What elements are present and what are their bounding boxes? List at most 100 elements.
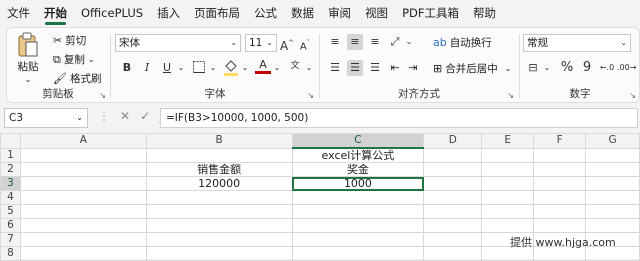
align-center-button[interactable]: ☰ xyxy=(347,60,363,76)
font-name-select[interactable]: 宋体 ⌄ xyxy=(115,34,241,52)
row-header[interactable]: 8 xyxy=(0,246,21,261)
format-painter-button[interactable]: 🖌 格式刷 xyxy=(53,71,101,86)
font-size-select[interactable]: 11 ⌄ xyxy=(245,34,277,52)
cell[interactable] xyxy=(585,204,640,219)
cell[interactable] xyxy=(423,176,483,191)
cell[interactable]: excel计算公式 xyxy=(291,147,425,163)
tab-officeplus[interactable]: OfficePLUS xyxy=(74,0,150,26)
cell[interactable] xyxy=(145,147,293,163)
cell[interactable] xyxy=(585,147,640,163)
tab-pdf-toolbox[interactable]: PDF工具箱 xyxy=(395,0,466,26)
cell[interactable] xyxy=(585,176,640,191)
column-header[interactable]: A xyxy=(19,133,147,149)
tab-insert[interactable]: 插入 xyxy=(150,0,187,26)
cell[interactable] xyxy=(291,190,425,205)
row-header[interactable]: 4 xyxy=(0,190,21,205)
tab-page-layout[interactable]: 页面布局 xyxy=(187,0,247,26)
cell[interactable] xyxy=(145,246,293,261)
chevron-down-icon[interactable]: ⌄ xyxy=(301,60,317,76)
formula-input[interactable]: =IF(B3>10000, 1000, 500) xyxy=(160,108,638,128)
shrink-font-button[interactable]: Aˇ xyxy=(297,35,313,52)
tab-data[interactable]: 数据 xyxy=(284,0,321,26)
alignment-launcher-icon[interactable]: ↘ xyxy=(507,91,514,100)
row-header[interactable]: 7 xyxy=(0,232,21,247)
cell[interactable]: 销售金额 xyxy=(145,162,293,177)
column-header[interactable]: E xyxy=(481,133,535,149)
cell[interactable] xyxy=(481,190,535,205)
merge-center-button[interactable]: ⊞ 合并后居中 ⌄ xyxy=(433,61,511,76)
cell[interactable] xyxy=(423,204,483,219)
row-header[interactable]: 3 xyxy=(0,176,21,191)
comma-style-button[interactable]: 9 xyxy=(579,60,595,76)
chevron-down-icon[interactable]: ⌄ xyxy=(401,34,417,50)
align-left-button[interactable]: ☰ xyxy=(327,60,343,76)
cell[interactable] xyxy=(423,162,483,177)
cell[interactable] xyxy=(533,218,587,233)
cell[interactable] xyxy=(481,147,535,163)
cell[interactable] xyxy=(19,176,147,191)
cell[interactable] xyxy=(19,162,147,177)
cell[interactable] xyxy=(19,147,147,163)
cell[interactable] xyxy=(533,204,587,219)
align-middle-button[interactable]: ≡ xyxy=(347,34,363,50)
tab-formulas[interactable]: 公式 xyxy=(247,0,284,26)
cell[interactable] xyxy=(291,218,425,233)
row-header[interactable]: 1 xyxy=(0,147,21,163)
tab-review[interactable]: 审阅 xyxy=(321,0,358,26)
increase-indent-button[interactable]: ⇥ xyxy=(405,60,421,76)
chevron-down-icon[interactable]: ⌄ xyxy=(237,60,253,76)
cell[interactable] xyxy=(145,190,293,205)
wrap-text-button[interactable]: ab 自动换行 xyxy=(433,35,492,50)
number-format-select[interactable]: 常规 ⌄ xyxy=(523,34,631,52)
cell[interactable] xyxy=(145,218,293,233)
column-header[interactable]: D xyxy=(423,133,483,149)
tab-help[interactable]: 帮助 xyxy=(466,0,503,26)
select-all-button[interactable] xyxy=(0,133,21,149)
cell[interactable]: 奖金 xyxy=(291,162,425,177)
cell[interactable] xyxy=(481,162,535,177)
row-header[interactable]: 5 xyxy=(0,204,21,219)
cell[interactable] xyxy=(19,218,147,233)
bold-button[interactable]: B xyxy=(119,60,135,76)
cell[interactable] xyxy=(533,162,587,177)
number-launcher-icon[interactable]: ↘ xyxy=(629,91,636,100)
cell[interactable] xyxy=(481,204,535,219)
cell[interactable] xyxy=(145,232,293,247)
font-launcher-icon[interactable]: ↘ xyxy=(307,91,314,100)
confirm-icon[interactable]: ✓ xyxy=(140,109,150,123)
chevron-down-icon[interactable]: ⌄ xyxy=(173,60,189,76)
cell[interactable] xyxy=(585,162,640,177)
paste-button[interactable]: 粘贴 ⌄ xyxy=(17,32,39,84)
percent-button[interactable]: % xyxy=(559,60,575,76)
align-right-button[interactable]: ☰ xyxy=(367,60,383,76)
cell[interactable] xyxy=(423,246,483,261)
cell[interactable] xyxy=(423,232,483,247)
cell[interactable] xyxy=(423,218,483,233)
cell[interactable] xyxy=(19,246,147,261)
cancel-icon[interactable]: ✕ xyxy=(120,109,130,123)
copy-dropdown-icon[interactable]: ⌄ xyxy=(88,55,95,64)
tab-file[interactable]: 文件 xyxy=(0,0,37,26)
cell[interactable] xyxy=(291,232,425,247)
decrease-decimal-button[interactable]: .00→ xyxy=(617,60,636,76)
cell[interactable] xyxy=(423,190,483,205)
cell[interactable] xyxy=(481,176,535,191)
chevron-down-icon[interactable]: ⌄ xyxy=(205,60,221,76)
align-top-button[interactable]: ≡ xyxy=(327,34,343,50)
cell[interactable] xyxy=(585,218,640,233)
increase-decimal-button[interactable]: ←.0 xyxy=(599,60,615,76)
column-header[interactable]: B xyxy=(145,133,293,149)
cut-button[interactable]: ✂ 剪切 xyxy=(53,33,86,48)
cell[interactable] xyxy=(291,246,425,261)
name-box[interactable]: C3 ⌄ xyxy=(4,108,88,128)
italic-button[interactable]: I xyxy=(139,60,155,76)
column-header[interactable]: C xyxy=(291,133,425,149)
cell[interactable] xyxy=(533,147,587,163)
align-bottom-button[interactable]: ≡ xyxy=(367,34,383,50)
cell[interactable] xyxy=(533,190,587,205)
column-header[interactable]: F xyxy=(533,133,587,149)
column-header[interactable]: G xyxy=(585,133,640,149)
chevron-down-icon[interactable]: ⌄ xyxy=(269,60,285,76)
copy-button[interactable]: ⧉ 复制 ⌄ xyxy=(53,52,95,67)
cell[interactable] xyxy=(19,232,147,247)
